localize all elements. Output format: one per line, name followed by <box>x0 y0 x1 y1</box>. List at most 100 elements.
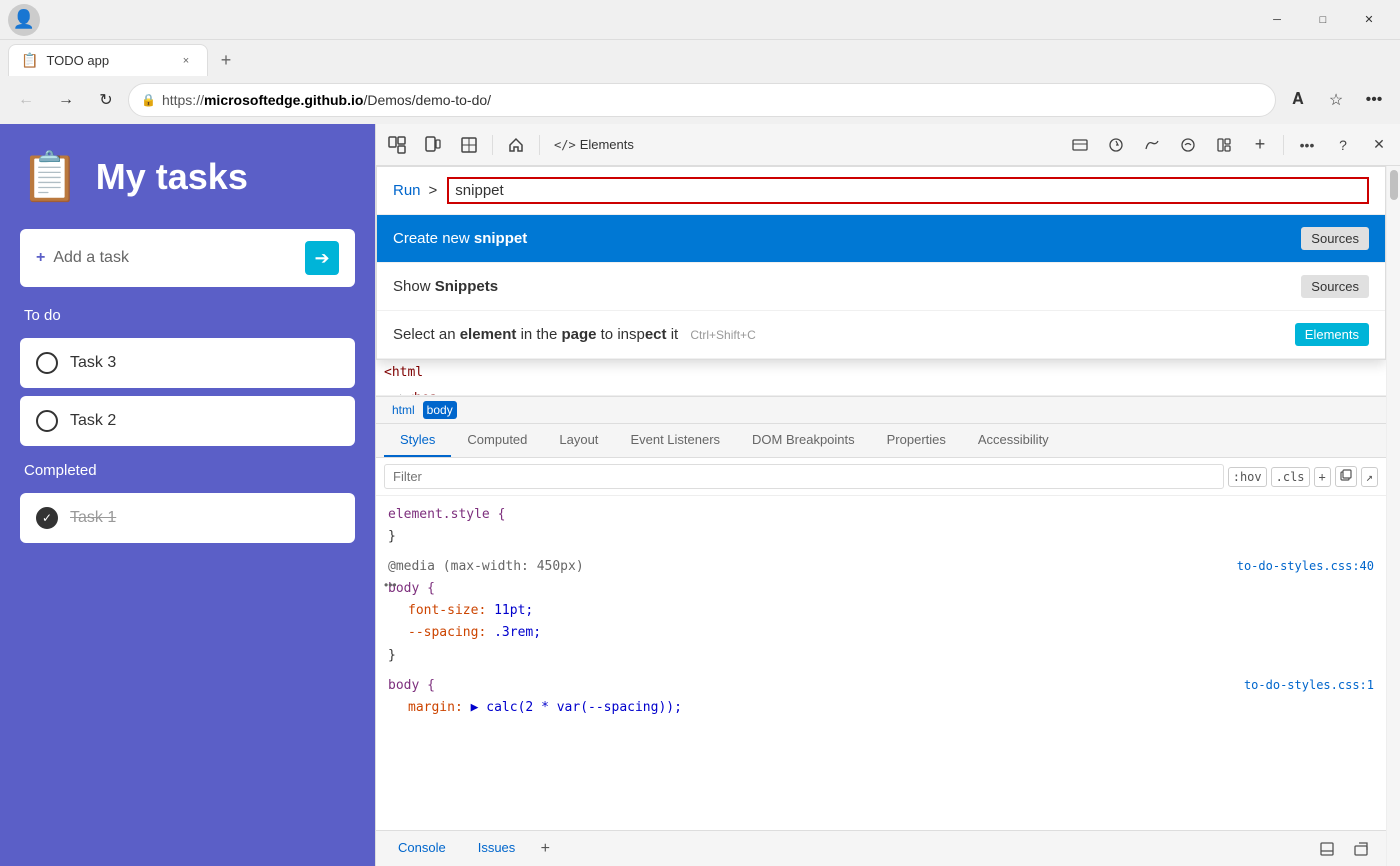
tab-console[interactable]: Console <box>384 834 460 863</box>
html-tag: <html <box>384 361 423 384</box>
command-item-select-element[interactable]: Select an element in the page to inspect… <box>377 311 1385 359</box>
tab-close-button[interactable]: × <box>177 52 195 70</box>
reload-button[interactable]: ↻ <box>88 82 124 118</box>
toolbar-sep-3 <box>1283 135 1284 155</box>
tab-accessibility[interactable]: Accessibility <box>962 424 1065 457</box>
breadcrumb-html[interactable]: html <box>388 401 419 419</box>
inspect-element-button[interactable] <box>380 128 414 162</box>
network-conditions-button[interactable] <box>1135 128 1169 162</box>
css-value-font-size: 11pt; <box>494 603 533 618</box>
task-item[interactable]: Task 3 <box>20 338 355 388</box>
css-code-area: element.style { } @media (max-width: 450… <box>376 496 1386 830</box>
styles-filter-row: :hov .cls + ↗ <box>376 458 1386 496</box>
back-button[interactable]: ← <box>8 82 44 118</box>
add-task-label: Add a task <box>53 249 297 267</box>
tab-computed[interactable]: Computed <box>451 424 543 457</box>
undock-button[interactable] <box>1344 832 1378 866</box>
select-element-badge[interactable]: Elements <box>1295 323 1369 346</box>
device-emulation-button[interactable] <box>416 128 450 162</box>
css-selector-body2: body { <box>388 678 435 693</box>
styles-filter-input[interactable] <box>384 464 1224 489</box>
forward-button[interactable]: → <box>48 82 84 118</box>
todo-pane: 📋 My tasks + Add a task ➔ To do Task 3 T… <box>0 124 375 866</box>
performance-button[interactable] <box>1099 128 1133 162</box>
home-button[interactable] <box>499 128 533 162</box>
css-selector: element.style { <box>388 507 505 522</box>
url-protocol: https:// <box>162 92 204 108</box>
add-task-button[interactable]: ➔ <box>305 241 339 275</box>
favorites-button[interactable]: ☆ <box>1318 82 1354 118</box>
devtools-toolbar-right: + ••• ? ✕ <box>1063 128 1396 162</box>
bottom-icons-row <box>1310 832 1378 866</box>
settings-button[interactable]: ? <box>1326 128 1360 162</box>
task-item-completed[interactable]: ✓ Task 1 <box>20 493 355 543</box>
add-tool-button[interactable]: + <box>1243 128 1277 162</box>
task-checkbox-task2[interactable] <box>36 410 58 432</box>
add-task-plus-icon: + <box>36 249 45 267</box>
copy-button[interactable] <box>1335 466 1357 487</box>
expand-button[interactable]: ↗ <box>1361 467 1378 487</box>
task-checkbox-task3[interactable] <box>36 352 58 374</box>
command-overlay: Run > Create new snippet Sources <box>376 166 1386 360</box>
command-item-show-snippets[interactable]: Show Snippets Sources <box>377 263 1385 311</box>
tab-bar: 📋 TODO app × + <box>0 40 1400 76</box>
more-tools-button[interactable]: ••• <box>1356 82 1392 118</box>
head-tag: <hea... <box>406 387 461 395</box>
url-bar[interactable]: 🔒 https://microsoftedge.github.io/Demos/… <box>128 83 1276 117</box>
css-value-margin: ▶ calc(2 * var(--spacing)); <box>471 700 682 715</box>
create-snippet-badge[interactable]: Sources <box>1301 227 1369 250</box>
elements-panel-button[interactable]: </> Elements <box>546 128 642 162</box>
application-button[interactable] <box>1207 128 1241 162</box>
show-snippets-bold: Snippets <box>435 278 498 295</box>
section-completed: Completed ✓ Task 1 <box>20 458 355 543</box>
select-element-bold3: ect <box>645 326 667 343</box>
close-devtools-button[interactable]: ✕ <box>1362 128 1396 162</box>
maximize-button[interactable]: □ <box>1300 4 1346 36</box>
dock-button[interactable] <box>1310 832 1344 866</box>
toolbar-separator <box>492 135 493 155</box>
breadcrumb-body[interactable]: body <box>423 401 457 419</box>
css-value-spacing: .3rem; <box>494 625 541 640</box>
add-tab-button[interactable]: + <box>533 837 557 861</box>
devtools-scrollbar[interactable] <box>1386 166 1400 866</box>
select-element-mid: in the <box>516 326 561 343</box>
task-checkbox-task1[interactable]: ✓ <box>36 507 58 529</box>
add-task-bar[interactable]: + Add a task ➔ <box>20 229 355 287</box>
network-button[interactable] <box>1063 128 1097 162</box>
more-tools-dt-button[interactable]: ••• <box>1290 128 1324 162</box>
main-area: 📋 My tasks + Add a task ➔ To do Task 3 T… <box>0 124 1400 866</box>
css-file-link-2[interactable]: to-do-styles.css:1 <box>1244 675 1374 695</box>
tab-styles[interactable]: Styles <box>384 424 451 457</box>
command-input-row: Run > <box>377 167 1385 215</box>
devtools-left: Run > Create new snippet Sources <box>376 166 1386 866</box>
css-file-link-1[interactable]: to-do-styles.css:40 <box>1237 556 1374 576</box>
close-button[interactable]: ✕ <box>1346 4 1392 36</box>
tab-dom-breakpoints[interactable]: DOM Breakpoints <box>736 424 871 457</box>
command-item-create-snippet[interactable]: Create new snippet Sources <box>377 215 1385 263</box>
sources-button[interactable] <box>1171 128 1205 162</box>
tab-layout[interactable]: Layout <box>543 424 614 457</box>
command-prompt: > <box>429 182 438 199</box>
tab-properties[interactable]: Properties <box>871 424 962 457</box>
hov-button[interactable]: :hov <box>1228 467 1267 487</box>
cls-button[interactable]: .cls <box>1271 467 1310 487</box>
css-close-brace-2: } <box>388 648 396 663</box>
css-close-brace: } <box>388 529 396 544</box>
tab-issues[interactable]: Issues <box>464 834 530 863</box>
profile-icon[interactable]: 👤 <box>8 4 40 36</box>
new-tab-button[interactable]: + <box>212 46 240 74</box>
styles-tabs: Styles Computed Layout Event Listeners D… <box>376 424 1386 458</box>
add-rule-button[interactable]: + <box>1314 467 1331 487</box>
todo-title: My tasks <box>96 156 248 198</box>
tab-event-listeners[interactable]: Event Listeners <box>614 424 736 457</box>
active-tab[interactable]: 📋 TODO app × <box>8 44 208 76</box>
show-snippets-badge[interactable]: Sources <box>1301 275 1369 298</box>
browser-titlebar: 👤 ─ □ ✕ <box>0 0 1400 40</box>
minimize-button[interactable]: ─ <box>1254 4 1300 36</box>
task-item[interactable]: Task 2 <box>20 396 355 446</box>
command-text-show-snippets: Show Snippets <box>393 278 1301 295</box>
reader-view-button[interactable]: 𝐀 <box>1280 82 1316 118</box>
command-input[interactable] <box>447 177 1369 204</box>
run-label: Run <box>393 182 421 199</box>
3d-view-button[interactable] <box>452 128 486 162</box>
